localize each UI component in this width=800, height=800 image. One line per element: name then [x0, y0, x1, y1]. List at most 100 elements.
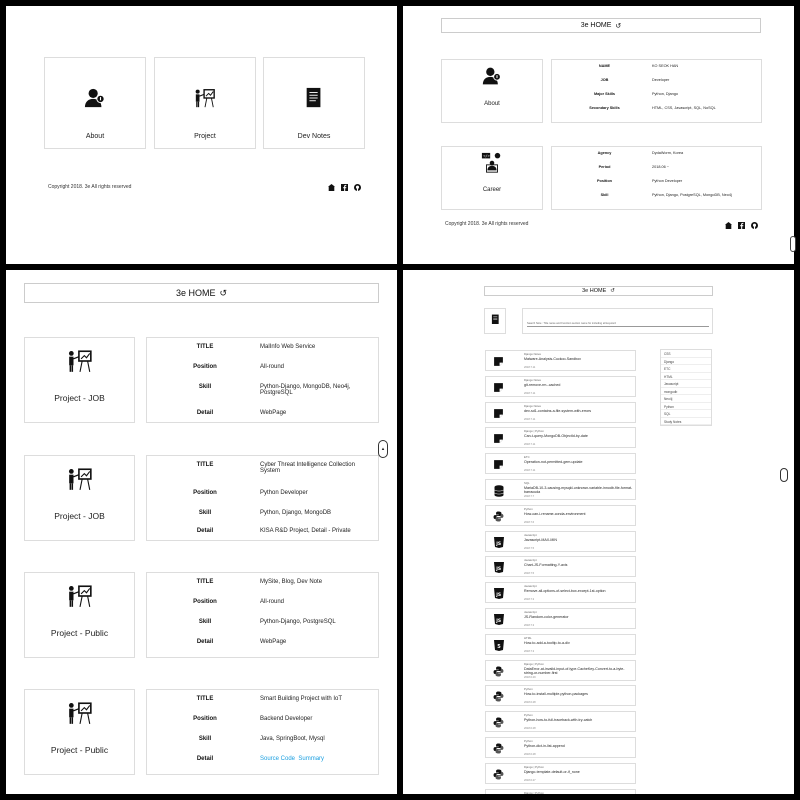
project-detail-link[interactable]: WebPage	[260, 639, 375, 645]
note-title: dev-sd1-contains-a-file-system-with-erro…	[524, 408, 592, 413]
note-date: 2018.6.28	[524, 701, 536, 705]
category-item[interactable]: ETC	[661, 365, 711, 373]
note-item[interactable]: 5 HTML How-to-add-a-tooltip-to-a-div 2018.7…	[485, 633, 636, 655]
presenter-board-icon	[25, 466, 134, 492]
career-value: DydaWorm, Korea	[652, 151, 684, 155]
note-category: Javascript	[524, 558, 537, 563]
note-category: Javascript	[524, 584, 537, 589]
note-item[interactable]: Django | Python Can-t-query-MongoDB-Objec…	[485, 427, 636, 449]
home-bar[interactable]: 3e HOME ↺	[24, 283, 379, 303]
career-key: Agency	[597, 151, 612, 155]
home-bar[interactable]: 3e HOME ↺	[441, 18, 761, 33]
svg-text:JS: JS	[495, 618, 501, 624]
note-item[interactable]: Django | PythonDjango-admin-pagination20…	[485, 788, 636, 794]
project-title: Smart Building Project with IoT	[260, 696, 343, 702]
project-card[interactable]: Project	[154, 57, 256, 149]
note-item[interactable]: Python How-can-i-rename-conda-environment…	[485, 504, 636, 526]
note-item[interactable]: Django | Python Django-template-default-o…	[485, 762, 636, 784]
scroll-up-button[interactable]: ▴	[378, 440, 388, 458]
note-icon	[492, 381, 505, 394]
note-item[interactable]: Python Python-dict-in-list-append 2018.6.2…	[485, 737, 636, 758]
category-item[interactable]: Django	[661, 358, 711, 365]
devnotes-card[interactable]: Dev Notes	[263, 57, 365, 149]
search-input[interactable]: Search Note : Title name and Function se…	[527, 322, 709, 327]
note-item[interactable]: JS Javascript JS-Random-color-generator 201…	[485, 608, 636, 629]
category-item[interactable]: Neo4j	[661, 395, 711, 403]
note-item[interactable]: SQL MariaDB-10-3-causing-mysqld-unknown-v…	[485, 479, 636, 500]
note-date: 2018.7.11	[524, 366, 536, 369]
about-card-label: About	[85, 133, 105, 140]
summary-link[interactable]: Summary	[298, 756, 324, 762]
facebook-icon[interactable]	[341, 184, 348, 191]
category-item[interactable]: SQL	[661, 410, 711, 418]
category-item[interactable]: mongodb	[661, 388, 711, 395]
category-item[interactable]: Javascript	[661, 380, 711, 388]
home-bar[interactable]: 3e HOME ↺	[484, 286, 713, 296]
category-item[interactable]: CSS	[661, 350, 711, 358]
project-position: All-round	[260, 599, 285, 605]
note-category: Javascript	[524, 532, 537, 537]
python-icon	[492, 716, 505, 729]
note-category: Django | Python	[524, 429, 544, 434]
note-category: Django Notes	[524, 352, 541, 356]
about-card[interactable]: About	[44, 57, 146, 149]
note-title: Python-dict-in-list-append	[524, 744, 565, 748]
home-icon[interactable]	[328, 184, 335, 191]
career-key: Skill	[600, 193, 609, 197]
notebook-icon	[491, 312, 500, 330]
project-skill: Python, Django, MongoDB	[260, 510, 332, 516]
project-detail-card: TITLE MySite, Blog, Dev Note Position All-…	[146, 572, 379, 658]
note-category: Django | Python	[524, 790, 544, 794]
note-item[interactable]: Django | Python DataError-at-invalid-inpu…	[485, 659, 636, 681]
side-scroll-handle[interactable]	[790, 236, 796, 252]
project-position: Backend Developer	[260, 716, 313, 722]
note-item[interactable]: Django Notes dev-sd1-contains-a-file-syst…	[485, 401, 636, 423]
note-category: HTML	[524, 635, 532, 640]
career-info-card: Agency DydaWorm, Korea Period 2018.06 ~ Po…	[551, 146, 762, 210]
scroll-indicator[interactable]	[780, 468, 788, 482]
note-icon	[492, 432, 505, 445]
home-icon[interactable]	[725, 222, 732, 229]
project-title: MalInfo Web Service	[260, 344, 316, 350]
github-icon[interactable]	[354, 184, 361, 191]
person-info-icon	[442, 66, 542, 86]
github-icon[interactable]	[751, 222, 758, 229]
facebook-icon[interactable]	[738, 222, 745, 229]
category-item[interactable]: HTML	[661, 373, 711, 380]
about-value: HTML, CSS, Javascript, SQL, NoSQL	[652, 106, 716, 110]
category-item[interactable]: Study Notes	[661, 418, 711, 425]
about-info-card: NAME KO SEOK HAN JOB Developer Major Skill…	[551, 59, 762, 123]
note-item[interactable]: JS Javascript Javascript-MAX-MIN 2018.7.5	[485, 530, 636, 552]
career-section-label: Career	[482, 187, 502, 193]
project-key: Skill	[198, 619, 212, 625]
note-date: 2018.7.3	[524, 649, 535, 653]
note-item[interactable]: Django Notes Malware-Analysis-Cuckoo-Sand…	[485, 350, 636, 371]
about-value: Python, Django	[652, 92, 678, 96]
project-key: Skill	[198, 736, 212, 742]
note-title: Chart-JS-Formatting-Y-axis	[524, 563, 568, 568]
note-date: 2018.7.11	[524, 391, 536, 395]
note-icon	[492, 407, 505, 420]
note-category: SQL	[524, 481, 530, 485]
note-title: Malware-Analysis-Cuckoo-Sandbox	[524, 357, 581, 361]
devnotes-page-panel: 3e HOME ↺ Search Note : Title name and F…	[403, 270, 794, 794]
note-item[interactable]: Python Python-how-to-full-traceback-with-…	[485, 711, 636, 733]
about-key: Secondary Skills	[589, 106, 620, 110]
note-item[interactable]: Django Notes git-remove-rm--cached 2018.7.…	[485, 375, 636, 397]
note-item[interactable]: Python How-to-install-multiple-python-pac…	[485, 685, 636, 707]
note-item[interactable]: ETC Operation-not-permitted-gem-update 201…	[485, 453, 636, 475]
svg-text:JS: JS	[495, 566, 501, 572]
svg-text:JS: JS	[495, 592, 501, 598]
career-computer-icon: </>	[442, 152, 542, 174]
about-section-card: About	[441, 59, 543, 123]
about-key: Major Skills	[593, 92, 616, 96]
presenter-board-icon	[25, 583, 134, 609]
source-code-link[interactable]: Source Code	[260, 756, 295, 762]
copyright-text: Copyright 2018. 3e All rights reserved	[445, 221, 529, 227]
project-detail-link[interactable]: WebPage	[260, 410, 375, 416]
refresh-icon: ↺	[615, 22, 622, 30]
project-label-card: Project - Public	[24, 572, 135, 658]
category-item[interactable]: Python	[661, 403, 711, 410]
note-item[interactable]: JS Javascript Remove-all-options-of-select…	[485, 582, 636, 604]
note-item[interactable]: JS Javascript Chart-JS-Formatting-Y-axis 20…	[485, 556, 636, 578]
